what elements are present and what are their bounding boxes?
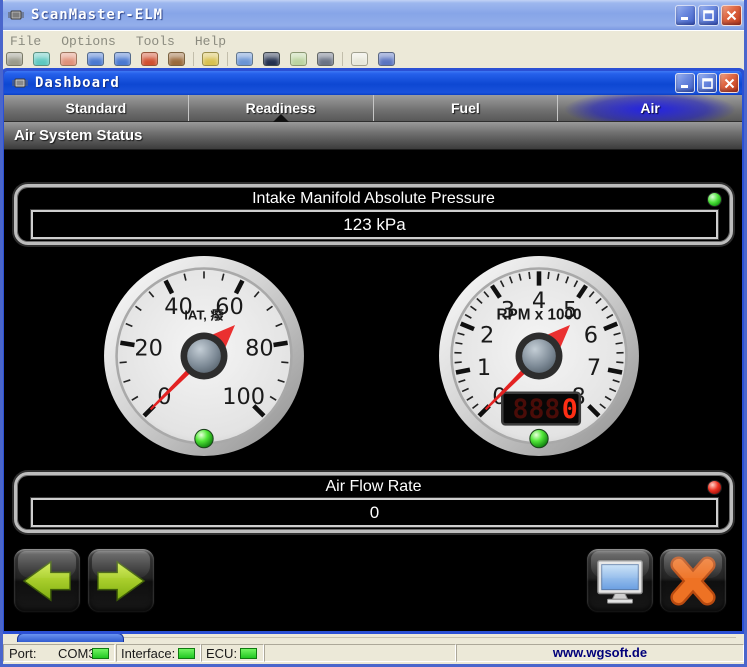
svg-text:888: 888 (513, 394, 561, 425)
rpm-gauge: 012345678RPM x 10008880 (437, 254, 641, 458)
menu-item-file[interactable]: File (0, 31, 51, 53)
close-icon (726, 10, 737, 21)
next-button[interactable] (88, 549, 154, 612)
svg-text:7: 7 (587, 355, 601, 381)
x-icon (666, 556, 720, 606)
close-icon (724, 78, 735, 89)
prev-button[interactable] (14, 549, 80, 612)
dashboard-titlebar: Dashboard (4, 71, 742, 95)
tab-label: Standard (66, 100, 127, 116)
monitor-icon (593, 556, 647, 606)
svg-text:6: 6 (584, 323, 598, 349)
dashboard-minimize-button[interactable] (675, 73, 695, 93)
iat-gauge-svg: 020406080100IAT, 癈 (102, 254, 306, 458)
monitor-button[interactable] (587, 549, 653, 612)
svg-text:100: 100 (222, 384, 265, 410)
main-window-title: ScanMaster-ELM (31, 7, 163, 23)
port-label: Port: (9, 646, 36, 661)
chart-icon[interactable] (141, 52, 158, 66)
briefcase-icon[interactable] (168, 52, 185, 66)
menu-item-options[interactable]: Options (51, 31, 126, 53)
airflow-panel-title: Air Flow Rate (17, 476, 730, 497)
svg-text:1: 1 (477, 355, 491, 381)
map-panel-title: Intake Manifold Absolute Pressure (17, 188, 730, 209)
rpm-led (530, 429, 548, 447)
dashboard-chip-icon (11, 76, 29, 90)
dashboard-title: Dashboard (35, 75, 120, 91)
interface-label: Interface: (121, 646, 175, 661)
statusbar: Port: COM3 Interface: ECU: www.wgsoft.de (3, 642, 744, 664)
statusbar-spacer-section (264, 644, 456, 662)
statusbar-interface-section: Interface: (116, 644, 201, 662)
rpm-gauge-label: RPM x 1000 (497, 306, 582, 323)
maximize-icon (702, 78, 713, 89)
arrow-left-icon (20, 556, 74, 606)
main-titlebar: ScanMaster-ELM (0, 0, 747, 30)
info-icon[interactable] (351, 52, 368, 66)
iat-gauge-label: IAT, 癈 (184, 306, 224, 322)
section-title: Air System Status (4, 122, 742, 150)
statusbar-ecu-section: ECU: (201, 644, 264, 662)
dashboard-maximize-button[interactable] (697, 73, 717, 93)
maximize-icon (703, 10, 714, 21)
svg-text:2: 2 (480, 323, 494, 349)
toolbar-separator (227, 52, 228, 66)
tab-indicator-triangle (273, 114, 289, 122)
ecu-label: ECU: (206, 646, 237, 661)
dashboard-window: Dashboard Standard Readiness Fuel Air Ai… (1, 68, 745, 634)
map-panel-led (707, 192, 722, 207)
tab-air[interactable]: Air (558, 95, 742, 121)
iat-gauge: 020406080100IAT, 癈 (102, 254, 306, 458)
tabbar: Standard Readiness Fuel Air (4, 95, 742, 122)
statusbar-port-section: Port: COM3 (3, 644, 115, 662)
minimize-icon (680, 78, 691, 89)
minimize-icon (680, 10, 691, 21)
menu-item-tools[interactable]: Tools (126, 31, 185, 53)
dashboard-close-button[interactable] (719, 73, 739, 93)
airflow-panel-led (707, 480, 722, 495)
screen-icon[interactable] (236, 52, 253, 66)
ecu-status-led (240, 648, 257, 659)
book-icon[interactable] (378, 52, 395, 66)
document-icon[interactable] (290, 52, 307, 66)
tab-standard[interactable]: Standard (4, 95, 189, 121)
interface-status-led (178, 648, 195, 659)
arrow-right-icon (94, 556, 148, 606)
exit-button[interactable] (660, 549, 726, 612)
rpm-gauge-svg: 012345678RPM x 10008880 (437, 254, 641, 458)
port-status-led (92, 648, 109, 659)
image-icon[interactable] (60, 52, 77, 66)
tab-label: Air (640, 100, 659, 116)
main-maximize-button[interactable] (698, 5, 719, 26)
menubar: FileOptionsToolsHelp (0, 30, 747, 53)
toolbar-separator (193, 52, 194, 66)
tab-fuel[interactable]: Fuel (374, 95, 559, 121)
rpm-digital-value: 0 (562, 394, 578, 425)
globe-icon[interactable] (33, 52, 50, 66)
console-icon[interactable] (263, 52, 280, 66)
map-panel-value: 123 kPa (31, 210, 718, 239)
svg-text:80: 80 (245, 335, 274, 361)
main-close-button[interactable] (721, 5, 742, 26)
toolbar (6, 52, 741, 68)
monitor-b-icon[interactable] (114, 52, 131, 66)
menu-item-help[interactable]: Help (185, 31, 236, 53)
client-panel-line (30, 637, 736, 638)
main-minimize-button[interactable] (675, 5, 696, 26)
statusbar-website-section: www.wgsoft.de (456, 644, 744, 662)
website-link[interactable]: www.wgsoft.de (457, 645, 743, 661)
airflow-panel: Air Flow Rate 0 (14, 472, 733, 533)
tab-label: Fuel (451, 100, 480, 116)
port-value: COM3 (58, 646, 96, 661)
app-chip-icon (7, 8, 25, 22)
map-panel: Intake Manifold Absolute Pressure 123 kP… (14, 184, 733, 245)
iat-led (195, 429, 213, 447)
monitor-a-icon[interactable] (87, 52, 104, 66)
toolbar-separator (342, 52, 343, 66)
wrench-icon[interactable] (6, 52, 23, 66)
svg-text:20: 20 (134, 335, 163, 361)
gauge-icon[interactable] (317, 52, 334, 66)
clipboard-icon[interactable] (202, 52, 219, 66)
airflow-panel-value: 0 (31, 498, 718, 527)
